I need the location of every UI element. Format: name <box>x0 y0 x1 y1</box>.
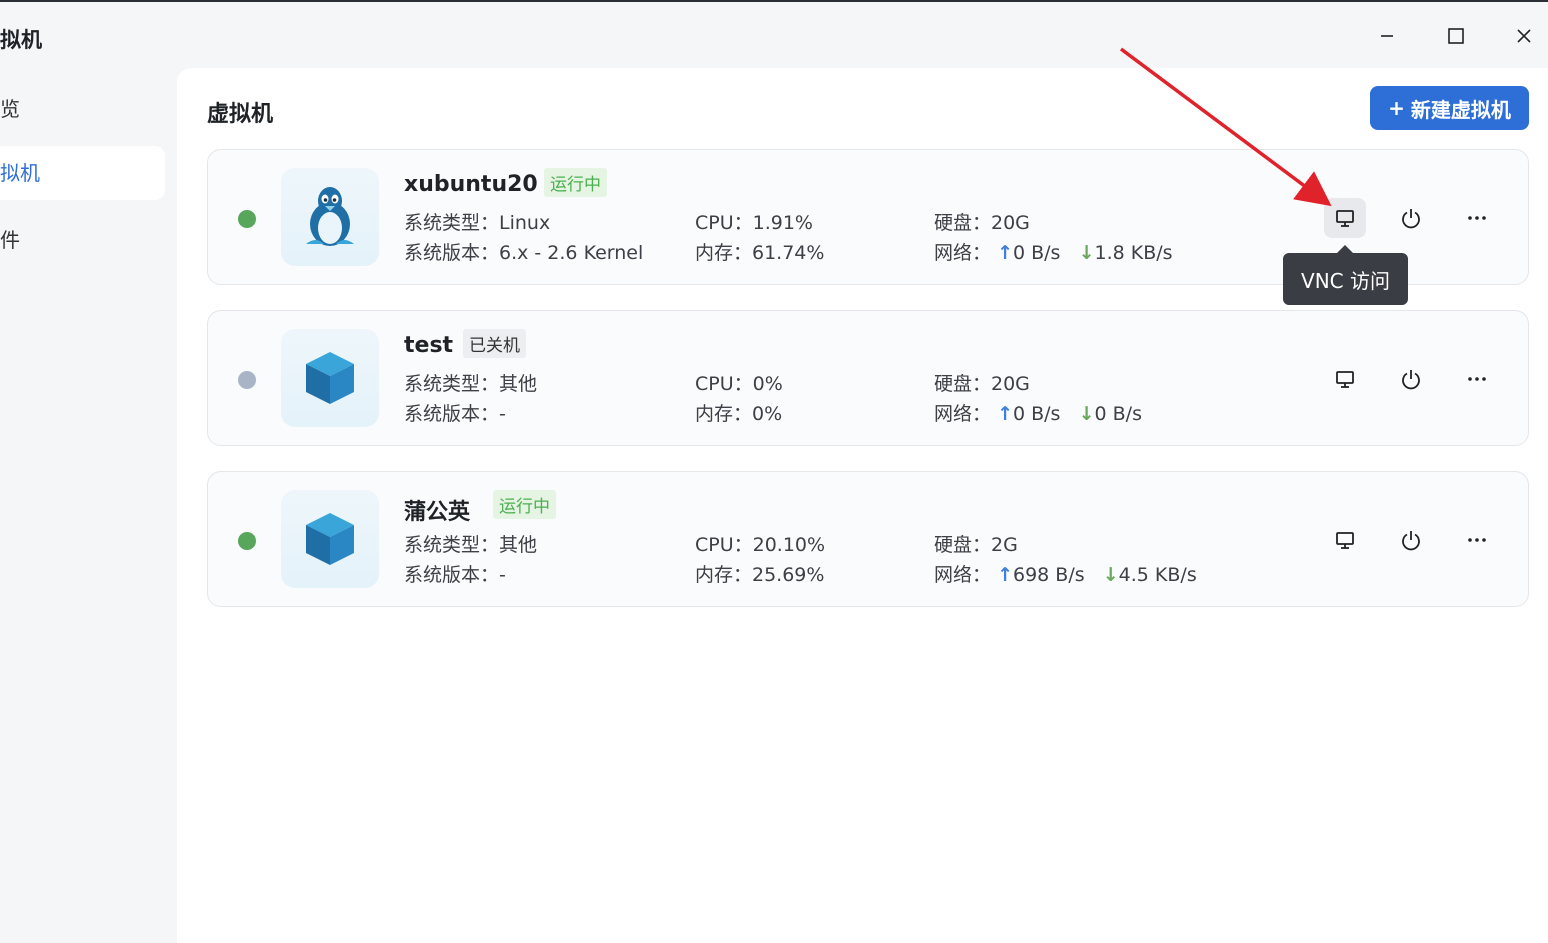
upload-speed: 0 B/s <box>1012 403 1061 425</box>
power-icon <box>1402 531 1420 551</box>
vnc-access-button[interactable] <box>1324 520 1366 560</box>
more-icon <box>1468 377 1486 381</box>
maximize-icon <box>1448 28 1464 44</box>
plus-icon: + <box>1388 96 1405 120</box>
more-button[interactable] <box>1456 520 1498 560</box>
new-vm-button[interactable]: + 新建虚拟机 <box>1370 86 1529 130</box>
disk-size: 硬盘：20G <box>934 373 1030 395</box>
status-badge: 已关机 <box>463 329 526 358</box>
upload-speed: 698 B/s <box>1012 564 1085 586</box>
upload-arrow-icon: ↑ <box>997 564 1013 586</box>
vm-icon <box>281 168 379 266</box>
memory-usage: 内存：25.69% <box>695 564 825 586</box>
system-type: 系统类型：其他 <box>404 373 538 395</box>
upload-arrow-icon: ↑ <box>997 242 1013 264</box>
cube-icon <box>306 352 354 404</box>
monitor-icon <box>1336 371 1354 388</box>
upload-arrow-icon: ↑ <box>997 403 1013 425</box>
memory-usage: 内存：61.74% <box>695 242 825 264</box>
more-button[interactable] <box>1456 359 1498 399</box>
vnc-access-button[interactable] <box>1324 198 1366 238</box>
minimize-button[interactable] <box>1371 22 1403 50</box>
more-button[interactable] <box>1456 198 1498 238</box>
network-label: 网络： <box>934 403 992 425</box>
sidebar-item-overview[interactable]: 览 <box>0 82 20 136</box>
window-top-border <box>0 0 1548 2</box>
download-speed: 4.5 KB/s <box>1118 564 1197 586</box>
vm-card[interactable]: 蒲公英 运行中 系统类型：其他 系统版本：- CPU：20.10% 内存：25.… <box>207 471 1529 607</box>
memory-usage: 内存：0% <box>695 403 783 425</box>
status-badge: 运行中 <box>544 168 607 197</box>
vm-name: 蒲公英 <box>404 500 471 525</box>
download-arrow-icon: ↓ <box>1078 403 1095 425</box>
maximize-button[interactable] <box>1440 22 1472 50</box>
disk-size: 硬盘：20G <box>934 212 1030 234</box>
vm-name: xubuntu20 <box>404 172 538 197</box>
power-button[interactable] <box>1390 198 1432 238</box>
download-speed: 1.8 KB/s <box>1094 242 1173 264</box>
download-arrow-icon: ↓ <box>1102 564 1119 586</box>
network-speed: 网络： ↑0 B/s ↓1.8 KB/s <box>934 238 1173 265</box>
power-button[interactable] <box>1390 520 1432 560</box>
minimize-icon <box>1381 35 1393 37</box>
close-icon <box>1517 29 1531 43</box>
new-vm-label: 新建虚拟机 <box>1410 97 1511 122</box>
vnc-access-button[interactable] <box>1324 359 1366 399</box>
more-icon <box>1468 538 1486 542</box>
network-label: 网络： <box>934 564 992 586</box>
system-version: 系统版本：- <box>404 403 506 425</box>
download-speed: 0 B/s <box>1094 403 1142 425</box>
monitor-icon <box>1336 532 1354 549</box>
cpu-usage: CPU：1.91% <box>695 212 813 234</box>
status-badge: 运行中 <box>493 490 556 519</box>
system-type: 系统类型：Linux <box>404 212 551 234</box>
network-speed: 网络： ↑0 B/s ↓0 B/s <box>934 399 1142 426</box>
sidebar-item-files[interactable]: 件 <box>0 213 20 267</box>
disk-size: 硬盘：2G <box>934 534 1018 556</box>
power-icon <box>1402 370 1420 390</box>
vnc-tooltip: VNC 访问 <box>1283 245 1408 305</box>
upload-speed: 0 B/s <box>1012 242 1061 264</box>
system-version: 系统版本：6.x - 2.6 Kernel <box>404 242 644 264</box>
cpu-usage: CPU：0% <box>695 373 783 395</box>
system-type: 系统类型：其他 <box>404 534 538 556</box>
main-panel: 虚拟机 + 新建虚拟机 xubuntu20 运行中 系统类型：Linux 系统版… <box>177 68 1548 943</box>
cpu-usage: CPU：20.10% <box>695 534 826 556</box>
page-title: 虚拟机 <box>207 102 274 127</box>
network-label: 网络： <box>934 242 992 264</box>
vm-icon <box>281 329 379 427</box>
power-icon <box>1402 209 1420 229</box>
close-button[interactable] <box>1508 22 1540 50</box>
system-version: 系统版本：- <box>404 564 506 586</box>
status-dot <box>238 371 256 389</box>
network-speed: 网络： ↑698 B/s ↓4.5 KB/s <box>934 560 1197 587</box>
vm-icon <box>281 490 379 588</box>
more-icon <box>1468 216 1486 220</box>
linux-penguin-icon <box>306 187 354 246</box>
vm-card[interactable]: test 已关机 系统类型：其他 系统版本：- CPU：0% 内存：0% 硬盘：… <box>207 310 1529 446</box>
download-arrow-icon: ↓ <box>1078 242 1095 264</box>
cube-icon <box>306 513 354 565</box>
status-dot <box>238 532 256 550</box>
window-title: 拟机 <box>0 28 42 52</box>
monitor-icon <box>1336 210 1354 227</box>
power-button[interactable] <box>1390 359 1432 399</box>
status-dot <box>238 210 256 228</box>
sidebar-item-vms[interactable]: 拟机 <box>0 146 165 200</box>
vm-name: test <box>404 333 454 358</box>
